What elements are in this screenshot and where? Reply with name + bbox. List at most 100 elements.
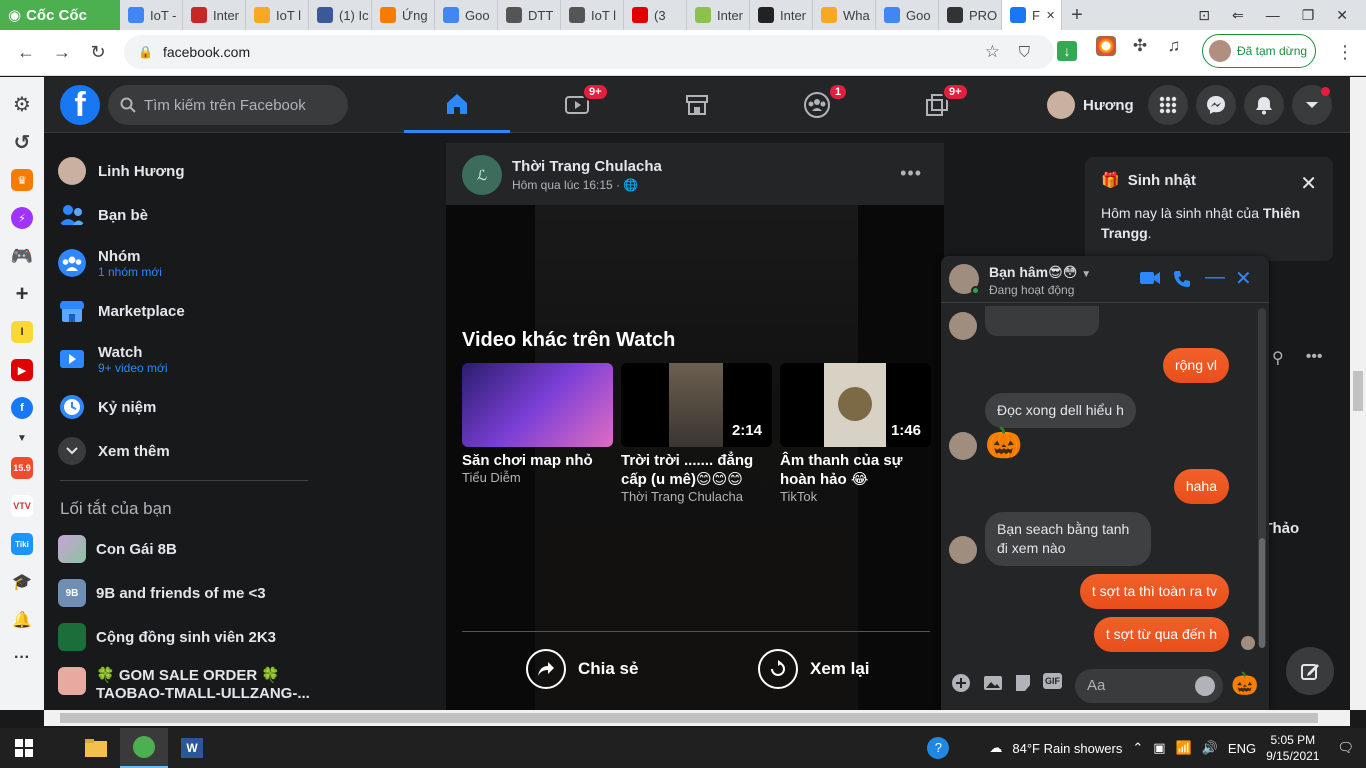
left-item-watch[interactable]: Watch 9+ video mới [58, 337, 168, 381]
tab-watch[interactable]: 9+ [524, 77, 630, 133]
weather-icon[interactable]: ☁ [989, 740, 1002, 756]
browser-tab[interactable]: Goo [876, 0, 939, 30]
suggested-video-card[interactable]: 2:14 Trời trời ....... đẳng cấp (u mê)😊😊… [621, 363, 772, 504]
message-bubble-out[interactable]: haha [1173, 469, 1229, 504]
tray-app-icon[interactable]: ▣ [1153, 740, 1165, 756]
left-item-see-more[interactable]: Xem thêm [58, 433, 170, 469]
menu-grid-button[interactable] [1148, 85, 1188, 125]
message-bubble-in[interactable]: Bạn seach bằng tanh đi xem nào [985, 512, 1151, 566]
settings-gear-icon[interactable]: ⚙ [11, 93, 33, 116]
notifications-button[interactable] [1244, 85, 1284, 125]
extensions-puzzle-icon[interactable]: ✣ [1130, 36, 1150, 56]
clock[interactable]: 5:05 PM 9/15/2021 [1266, 732, 1319, 764]
tab-home[interactable] [404, 77, 510, 133]
help-icon[interactable]: ? [927, 737, 950, 759]
previous-image-message[interactable] [985, 306, 1099, 336]
minimize-chat-icon[interactable]: — [1205, 266, 1225, 289]
reading-list-icon[interactable]: ♫ [1164, 36, 1184, 56]
more-icon[interactable]: ··· [11, 647, 33, 669]
share-button[interactable]: Chia sẻ [526, 649, 638, 689]
crown-icon[interactable]: ♛ [11, 169, 33, 191]
coccoc-taskbar-icon[interactable] [120, 728, 168, 768]
phone-call-icon[interactable] [1173, 270, 1191, 288]
photo-icon[interactable] [983, 673, 1003, 693]
facebook-search-input[interactable]: Tìm kiếm trên Facebook [108, 85, 348, 125]
emoji-icon[interactable] [1195, 676, 1215, 696]
language-indicator[interactable]: ENG [1228, 741, 1256, 756]
word-icon[interactable]: W [168, 728, 216, 768]
plus-circle-icon[interactable] [951, 673, 971, 693]
profile-button[interactable]: Hương [1047, 89, 1134, 121]
shopee-icon[interactable]: 15.9 [11, 457, 33, 479]
tab-groups[interactable]: 1 [764, 77, 870, 133]
notification-center-icon[interactable]: 🗨 [1337, 740, 1354, 756]
left-item-groups[interactable]: Nhóm 1 nhóm mới [58, 241, 162, 285]
messenger-button[interactable] [1196, 85, 1236, 125]
download-icon[interactable]: ↓ [1057, 41, 1077, 61]
gamepad-icon[interactable]: 🎮 [11, 245, 33, 267]
shortcut-item[interactable]: Con Gái 8B [58, 535, 177, 563]
address-bar[interactable]: 🔒 facebook.com ☆ ⛉ [124, 35, 1054, 69]
search-icon[interactable]: ⚲ [1272, 348, 1284, 368]
coccoc-brand[interactable]: ◉ Cốc Cốc [0, 0, 120, 30]
browser-tab[interactable]: Wha [813, 0, 876, 30]
speaker-icon[interactable]: 🔊 [1202, 740, 1218, 756]
new-message-button[interactable] [1286, 647, 1334, 695]
history-icon[interactable]: ↺ [11, 131, 33, 154]
browser-tab[interactable]: Inter [183, 0, 246, 30]
message-emoji-in[interactable]: 🎃 [985, 426, 1022, 461]
message-bubble-out[interactable]: rộng vl [1162, 348, 1229, 383]
chevron-down-icon[interactable]: ▼ [1081, 269, 1091, 280]
video-call-icon[interactable] [1139, 270, 1161, 286]
browser-tab[interactable]: DTT [498, 0, 561, 30]
sticker-icon[interactable] [1013, 673, 1033, 693]
browser-tab[interactable]: PRO [939, 0, 1002, 30]
minimize-button[interactable]: — [1266, 7, 1280, 23]
browser-tab[interactable]: Goo [435, 0, 498, 30]
browser-tab[interactable]: IoT - [120, 0, 183, 30]
maximize-button[interactable]: ❐ [1302, 7, 1315, 24]
chat-scrollbar[interactable] [1258, 308, 1266, 648]
windows-start-icon[interactable] [0, 728, 48, 768]
chat-header[interactable]: Bạn hâm😎😳 ▼ Đang hoạt động — ✕ [941, 256, 1269, 303]
account-menu-button[interactable] [1292, 85, 1332, 125]
message-bubble-out[interactable]: t sợt ta thì toàn ra tv [1079, 574, 1229, 609]
add-icon[interactable]: + [11, 281, 33, 306]
browser-tab[interactable]: IoT l [246, 0, 309, 30]
shortcut-item[interactable]: Cộng đồng sinh viên 2K3 [58, 623, 276, 651]
browser-tab[interactable]: Inter [687, 0, 750, 30]
tab-gaming[interactable]: 9+ [884, 77, 990, 133]
close-chat-icon[interactable]: ✕ [1235, 266, 1252, 291]
browser-tab[interactable]: IoT l [561, 0, 624, 30]
shield-icon[interactable]: ⛉ [1019, 44, 1030, 61]
more-icon[interactable]: ••• [1306, 348, 1323, 368]
left-item-marketplace[interactable]: Marketplace [58, 293, 185, 329]
message-bubble-out[interactable]: t sợt từ qua đến h [1093, 617, 1229, 652]
browser-tab[interactable]: Inter [750, 0, 813, 30]
browser-tab[interactable]: Ứng [372, 0, 435, 30]
messenger-icon[interactable]: ⚡ [11, 207, 33, 229]
chevron-down-icon[interactable]: ▼ [11, 433, 33, 444]
forward-button[interactable]: → [44, 35, 80, 71]
browser-tab[interactable]: (1) Ic [309, 0, 372, 30]
browser-tab[interactable]: (3 [624, 0, 687, 30]
close-button[interactable]: ✕ [1336, 7, 1348, 24]
tab-close-icon[interactable]: ✕ [1046, 9, 1055, 22]
shortcut-item[interactable]: 9B 9B and friends of me <3 [58, 579, 266, 607]
chevron-up-icon[interactable]: ⌃ [1132, 740, 1143, 756]
quick-reaction-button[interactable]: 🎃 [1231, 671, 1258, 697]
new-tab-button[interactable]: + [1062, 4, 1092, 27]
shortcut-item[interactable]: 🍀 GOM SALE ORDER 🍀 TAOBAO-TMALL-ULLZANG-.… [58, 667, 310, 703]
page-logo[interactable]: ℒ [462, 155, 502, 195]
profile-paused-button[interactable]: Đã tạm dừng [1202, 34, 1316, 68]
back-history-icon[interactable]: ⇐ [1232, 7, 1244, 24]
weather-text[interactable]: 84°F Rain showers [1012, 741, 1122, 756]
gif-icon[interactable]: GIF [1043, 673, 1062, 689]
message-input[interactable]: Aa [1075, 669, 1223, 703]
suggested-video-card[interactable]: Săn chơi map nhỏ Tiểu Diễm [462, 363, 613, 485]
facebook-logo-icon[interactable]: f [60, 85, 100, 125]
tab-search-icon[interactable]: ⊡ [1198, 7, 1210, 24]
left-item-friends[interactable]: Bạn bè [58, 197, 148, 233]
post-video[interactable]: Video khác trên Watch Săn chơi map nhỏ T… [446, 205, 944, 710]
post-more-icon[interactable]: ••• [900, 163, 922, 184]
